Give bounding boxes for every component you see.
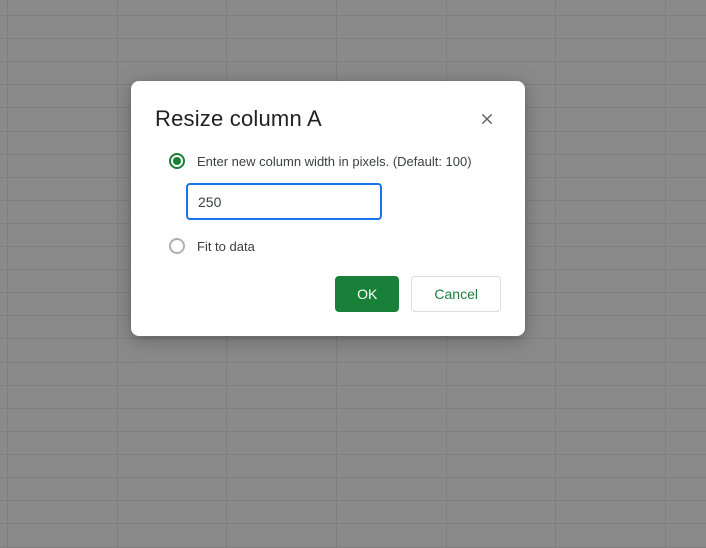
option-fit-to-data-row[interactable]: Fit to data — [169, 238, 501, 254]
radio-enter-width-label: Enter new column width in pixels. (Defau… — [197, 154, 472, 169]
cancel-button[interactable]: Cancel — [411, 276, 501, 312]
option-enter-width-row[interactable]: Enter new column width in pixels. (Defau… — [169, 153, 501, 169]
ok-button[interactable]: OK — [335, 276, 399, 312]
radio-enter-width[interactable] — [169, 153, 185, 169]
dialog-title: Resize column A — [155, 106, 322, 132]
close-button[interactable] — [473, 105, 501, 133]
radio-fit-to-data[interactable] — [169, 238, 185, 254]
dialog-header: Resize column A — [155, 105, 501, 133]
column-width-input[interactable] — [186, 183, 382, 220]
dialog-button-row: OK Cancel — [155, 276, 501, 312]
radio-fit-to-data-label: Fit to data — [197, 239, 255, 254]
resize-column-dialog: Resize column A Enter new column width i… — [131, 81, 525, 336]
close-icon — [479, 111, 495, 127]
